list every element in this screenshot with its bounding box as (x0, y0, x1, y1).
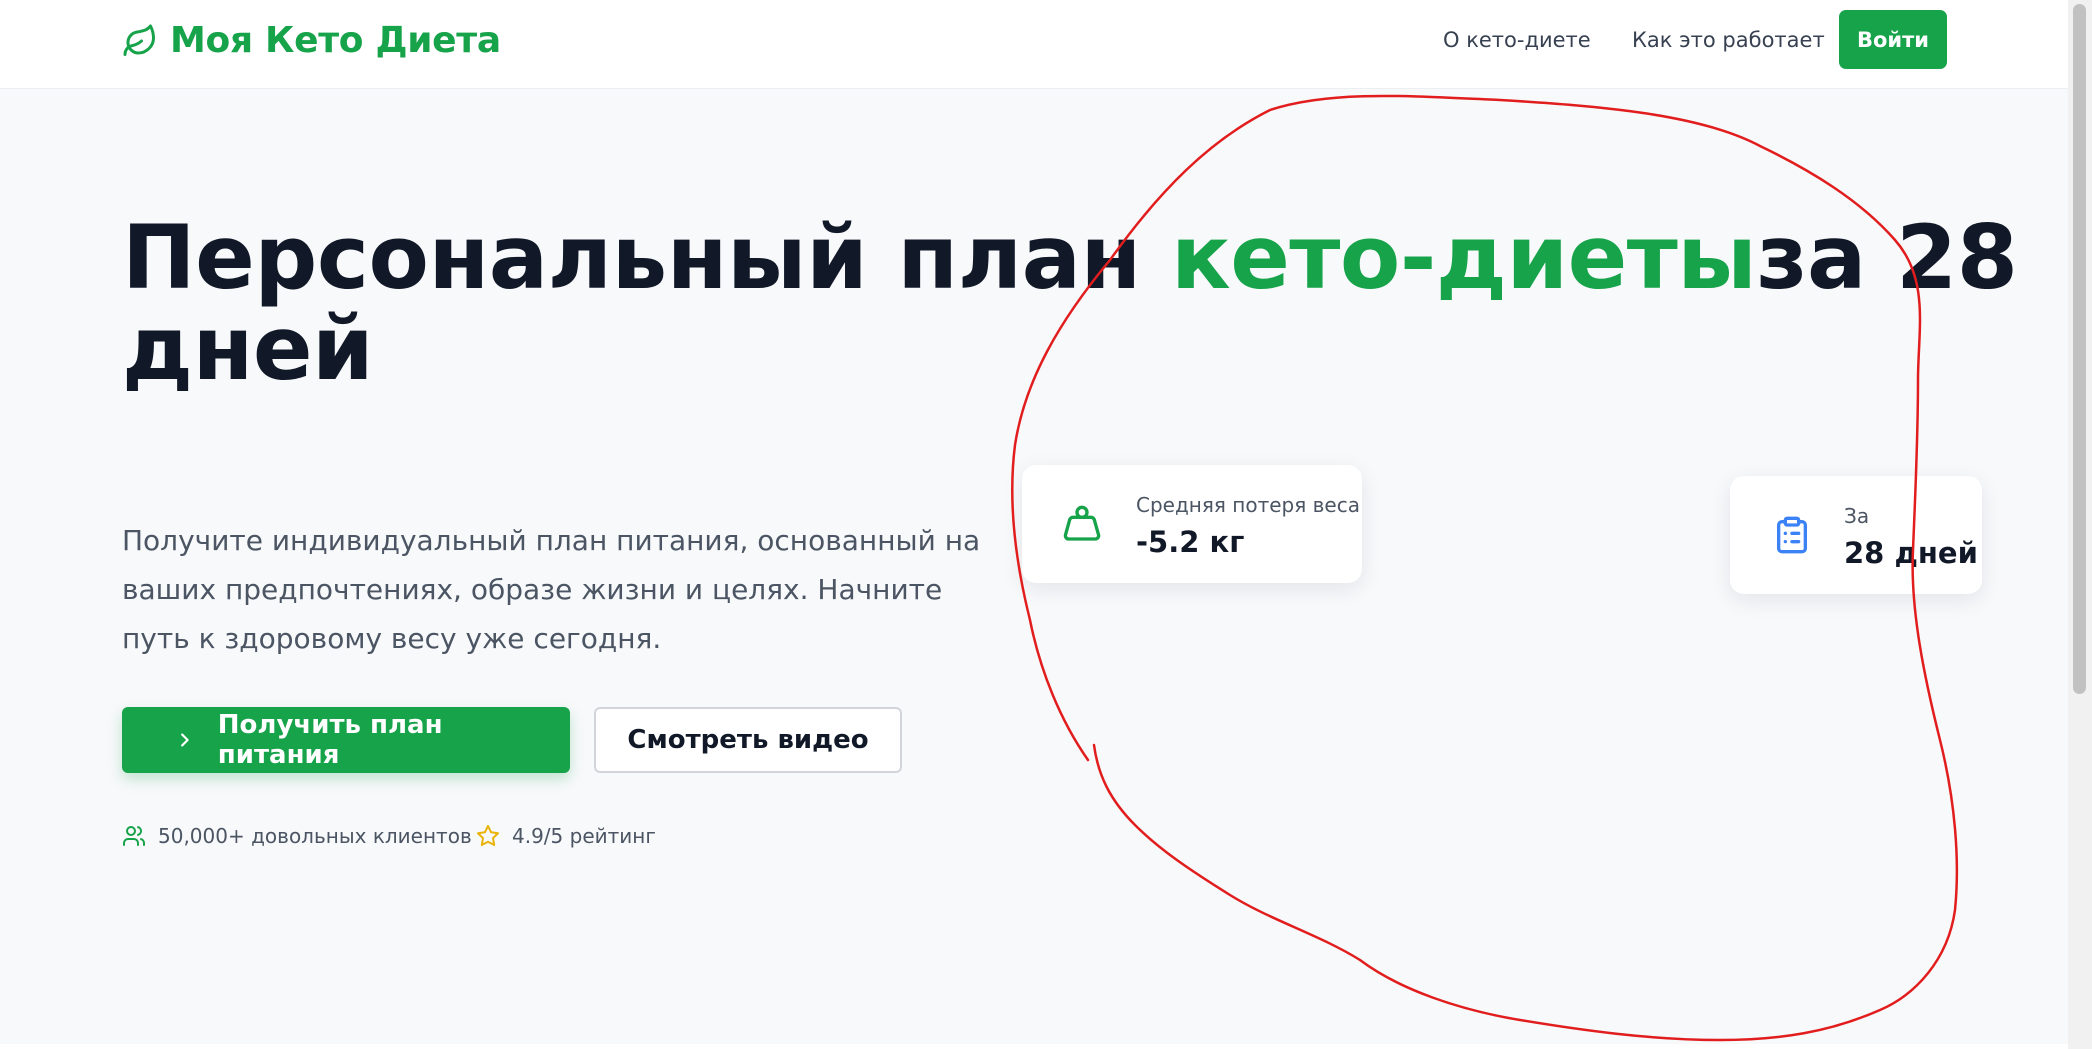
hero-title-accent: кето-диеты (1170, 206, 1757, 309)
hero-subtitle: Получите индивидуальный план питания, ос… (122, 524, 981, 655)
duration-value: 28 дней (1844, 536, 1978, 570)
stat-rating: 4.9/5 рейтинг (476, 824, 656, 848)
hero-title: Персональный план кето-диетыза 28 дней (122, 212, 2092, 394)
stat-clients: 50,000+ довольных клиентов (122, 824, 472, 848)
duration-card: За 28 дней (1730, 476, 1982, 594)
stat-clients-text: 50,000+ довольных клиентов (158, 824, 472, 848)
weight-icon (1063, 505, 1101, 541)
nav-link-about[interactable]: О кето-диете (1443, 28, 1591, 52)
weight-loss-card: Средняя потеря веса -5.2 кг (1022, 465, 1362, 583)
top-navbar: Моя Кето Диета О кето-диете Как это рабо… (0, 0, 2068, 89)
stat-rating-text: 4.9/5 рейтинг (512, 824, 656, 848)
scrollbar-thumb[interactable] (2073, 4, 2086, 694)
star-icon (477, 825, 499, 847)
weight-loss-label: Средняя потеря веса (1136, 493, 1360, 517)
nav-link-how-it-works[interactable]: Как это работает (1632, 28, 1825, 52)
watch-video-button[interactable]: Смотреть видео (594, 707, 902, 773)
login-button[interactable]: Войти (1839, 10, 1947, 69)
next-section-edge (0, 1044, 2068, 1049)
chevron-right-icon (181, 733, 189, 747)
duration-label: За (1844, 504, 1870, 528)
hero-title-start: Персональный план (122, 206, 1171, 309)
brand-logo[interactable]: Моя Кето Диета (122, 20, 501, 61)
get-plan-button[interactable]: Получить план питания (122, 707, 570, 773)
weight-loss-value: -5.2 кг (1136, 525, 1245, 559)
get-plan-button-label: Получить план питания (217, 710, 443, 770)
clipboard-icon (1777, 516, 1807, 554)
users-icon (123, 826, 145, 846)
brand-name: Моя Кето Диета (170, 20, 501, 61)
leaf-icon (123, 24, 155, 56)
